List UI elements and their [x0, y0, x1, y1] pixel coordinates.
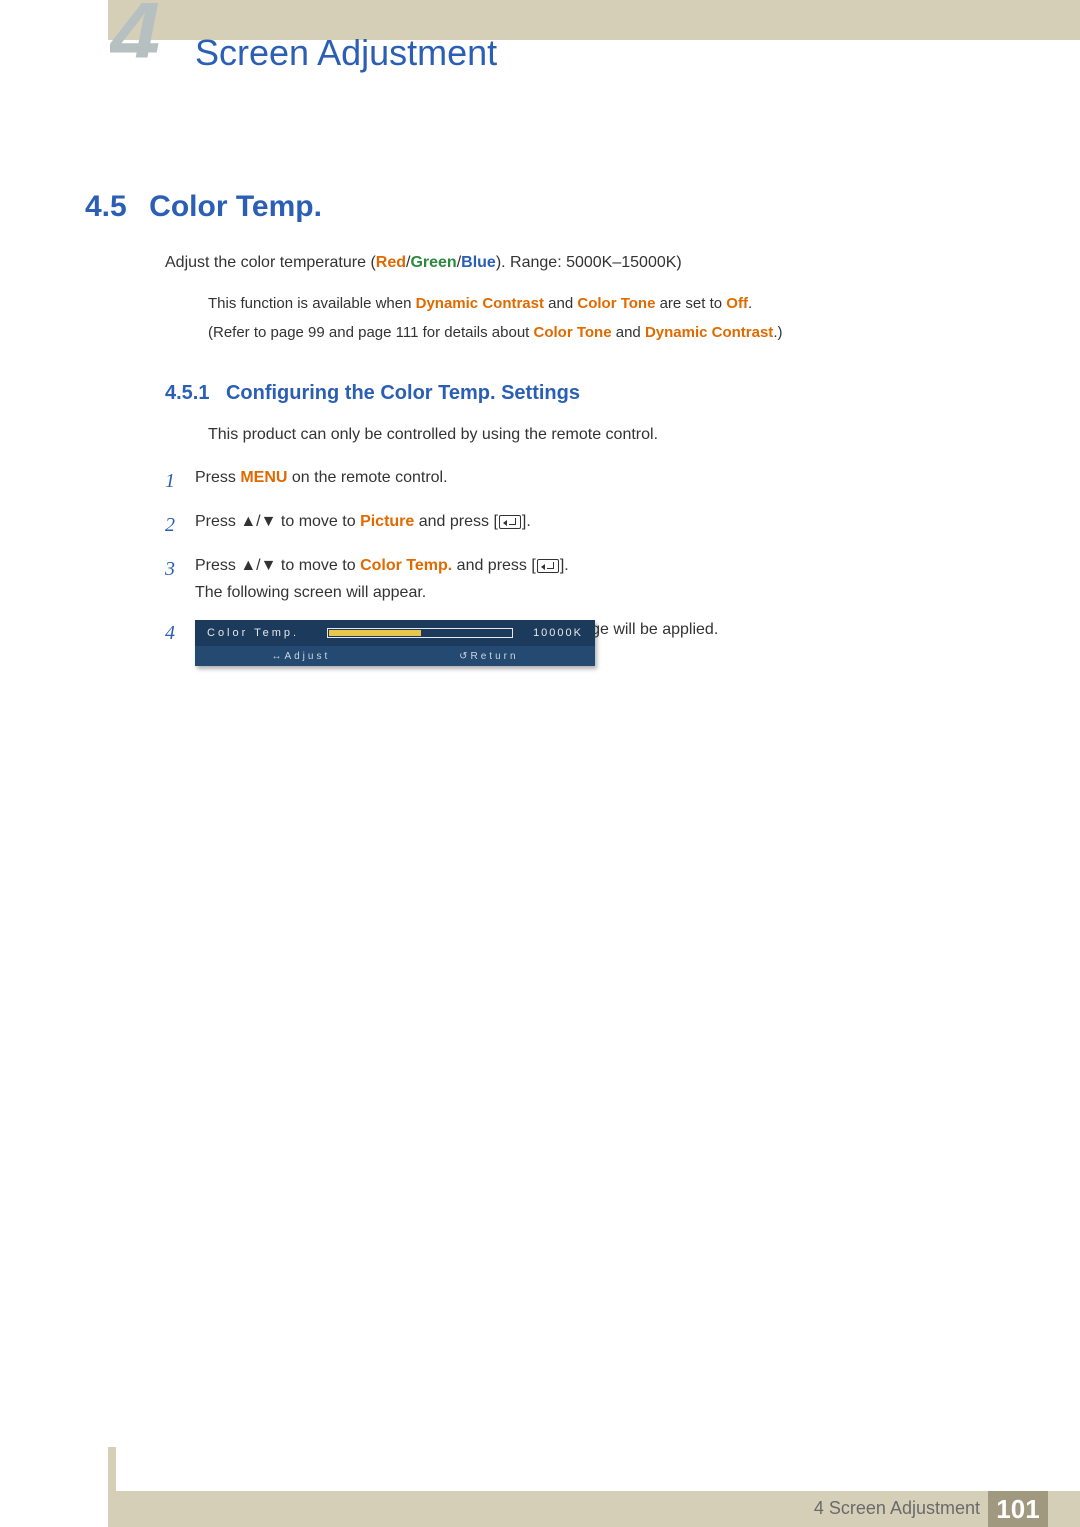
- intro-green: Green: [410, 254, 456, 271]
- page-number: 101: [988, 1491, 1048, 1527]
- intro-blue: Blue: [461, 254, 496, 271]
- section-title: Color Temp.: [149, 190, 322, 224]
- t: Off: [726, 295, 748, 312]
- t: Color Tone: [577, 295, 655, 312]
- step-body: Press ▲/▼ to move to Picture and press […: [195, 508, 718, 542]
- footer-chapter-title: Screen Adjustment: [829, 1498, 980, 1518]
- osd-bar: [327, 628, 523, 638]
- step-number: 4: [165, 616, 195, 650]
- t: Color Tone: [534, 324, 612, 341]
- t: ].: [560, 557, 569, 574]
- t: (Refer to page 99 and page 111 for detai…: [208, 324, 534, 341]
- t: and press [: [452, 557, 536, 574]
- t: Picture: [360, 513, 414, 530]
- t: MENU: [240, 469, 287, 486]
- t: and: [612, 324, 645, 341]
- note-line-2: (Refer to page 99 and page 111 for detai…: [208, 319, 782, 348]
- subsection-number: 4.5.1: [165, 382, 209, 404]
- chapter-number-watermark: 4: [110, 0, 160, 80]
- t: Adjust: [284, 651, 330, 662]
- enter-icon: [537, 559, 559, 573]
- t: The following screen will appear.: [195, 584, 426, 601]
- step-number: 2: [165, 508, 195, 542]
- t: Color Temp.: [360, 557, 452, 574]
- intro-red: Red: [376, 254, 406, 271]
- osd-bar-outer: [327, 628, 513, 638]
- osd-screenshot: Color Temp. 10000K ↔Adjust ↺Return: [195, 620, 595, 666]
- osd-bar-fill: [329, 630, 421, 636]
- enter-icon: [499, 515, 521, 529]
- t: .: [748, 295, 752, 312]
- section-number: 4.5: [85, 190, 127, 224]
- t: ].: [522, 513, 531, 530]
- t: Dynamic Contrast: [416, 295, 544, 312]
- footer-chapter-num: 4: [814, 1498, 824, 1518]
- osd-bottom-row: ↔Adjust ↺Return: [195, 646, 595, 666]
- t: Return: [471, 651, 519, 662]
- step-body: Press MENU on the remote control.: [195, 464, 718, 498]
- t: Press: [195, 469, 240, 486]
- step-3: 3 Press ▲/▼ to move to Color Temp. and p…: [165, 552, 718, 606]
- t: and press [: [414, 513, 498, 530]
- step-number: 1: [165, 464, 195, 498]
- t: Press ▲/▼ to move to: [195, 557, 360, 574]
- osd-adjust-hint: ↔Adjust: [271, 651, 330, 662]
- chapter-title: Screen Adjustment: [195, 32, 497, 74]
- step-body: Press ▲/▼ to move to Color Temp. and pre…: [195, 552, 718, 606]
- t: .): [773, 324, 782, 341]
- footer-chapter-ref: 4 Screen Adjustment: [814, 1498, 980, 1519]
- intro-prefix: Adjust the color temperature (: [165, 254, 376, 271]
- t: Dynamic Contrast: [645, 324, 773, 341]
- t: on the remote control.: [287, 469, 447, 486]
- osd-label: Color Temp.: [207, 627, 327, 639]
- step-2: 2 Press ▲/▼ to move to Picture and press…: [165, 508, 718, 542]
- note-line-1: This function is available when Dynamic …: [208, 290, 782, 319]
- t: Press ▲/▼ to move to: [195, 513, 360, 530]
- note-block: This function is available when Dynamic …: [208, 290, 782, 347]
- osd-return-hint: ↺Return: [459, 651, 518, 662]
- osd-top-row: Color Temp. 10000K: [195, 620, 595, 646]
- subsection-intro: This product can only be controlled by u…: [208, 426, 658, 444]
- step-1: 1 Press MENU on the remote control.: [165, 464, 718, 498]
- subsection-heading: 4.5.1 Configuring the Color Temp. Settin…: [165, 382, 580, 405]
- intro-text: Adjust the color temperature (Red/Green/…: [165, 254, 682, 272]
- t: This function is available when: [208, 295, 416, 312]
- t: are set to: [655, 295, 726, 312]
- osd-value: 10000K: [523, 627, 583, 639]
- step-number: 3: [165, 552, 195, 606]
- t: and: [544, 295, 577, 312]
- subsection-title: Configuring the Color Temp. Settings: [226, 382, 580, 404]
- section-heading: 4.5 Color Temp.: [85, 190, 322, 224]
- intro-suffix: ). Range: 5000K–15000K): [496, 254, 682, 271]
